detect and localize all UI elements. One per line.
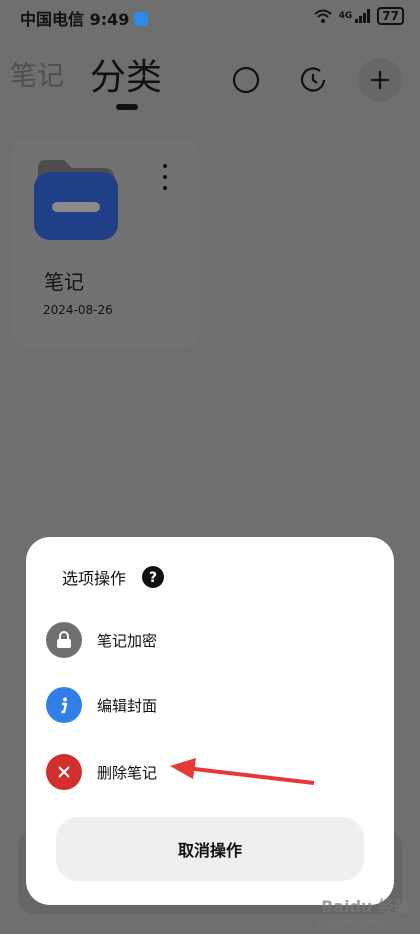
option-label: 编辑封面: [97, 696, 158, 715]
network-label: 4G: [338, 11, 353, 21]
circle-icon[interactable]: [226, 60, 266, 100]
sheet-title: 选项操作: [62, 569, 127, 588]
tab-category[interactable]: 分类: [90, 48, 162, 100]
option-encrypt-note[interactable]: 笔记加密: [46, 622, 346, 658]
wifi-icon: [313, 9, 332, 23]
sheet-header: 选项操作 ?: [62, 565, 165, 589]
options-sheet: 选项操作 ? 笔记加密 编辑封面 删除笔记 取消操作: [26, 537, 394, 905]
battery-icon: 77: [377, 7, 404, 25]
top-tab-bar: 笔记 分类: [0, 48, 420, 118]
folder-icon: [34, 158, 118, 244]
help-icon[interactable]: ?: [142, 566, 165, 588]
add-icon[interactable]: [358, 58, 402, 102]
option-label: 删除笔记: [97, 763, 158, 782]
watermark-url: jingyan.baidu.com: [317, 917, 410, 928]
status-bar: 中国电信 9:49 4G 77: [0, 0, 420, 34]
close-icon: [46, 754, 82, 790]
status-indicators: 4G 77: [313, 7, 404, 25]
cancel-button[interactable]: 取消操作: [56, 817, 364, 881]
carrier-time: 中国电信 9:49: [20, 6, 149, 30]
signal-icon: [355, 9, 371, 23]
option-edit-cover[interactable]: 编辑封面: [46, 687, 346, 723]
folder-card[interactable]: 笔记 2024-08-26: [12, 138, 199, 348]
lock-icon: [46, 622, 82, 658]
watermark: Baidu 经验 jingyan.baidu.com: [318, 893, 410, 928]
folder-title: 笔记: [44, 270, 84, 294]
svg-text:?: ?: [149, 570, 157, 586]
tab-notes[interactable]: 笔记: [10, 54, 64, 93]
clock-icon[interactable]: [293, 60, 333, 100]
watermark-brand: Baidu 经验: [321, 897, 410, 916]
app-notification-icon: [134, 12, 149, 26]
option-delete-note[interactable]: 删除笔记: [46, 754, 346, 790]
option-label: 笔记加密: [97, 631, 158, 650]
info-icon: [46, 687, 82, 723]
more-options-icon[interactable]: [160, 164, 170, 190]
tab-active-indicator: [116, 104, 138, 110]
folder-date: 2024-08-26: [43, 303, 113, 317]
carrier-time-text: 中国电信 9:49: [20, 10, 130, 29]
